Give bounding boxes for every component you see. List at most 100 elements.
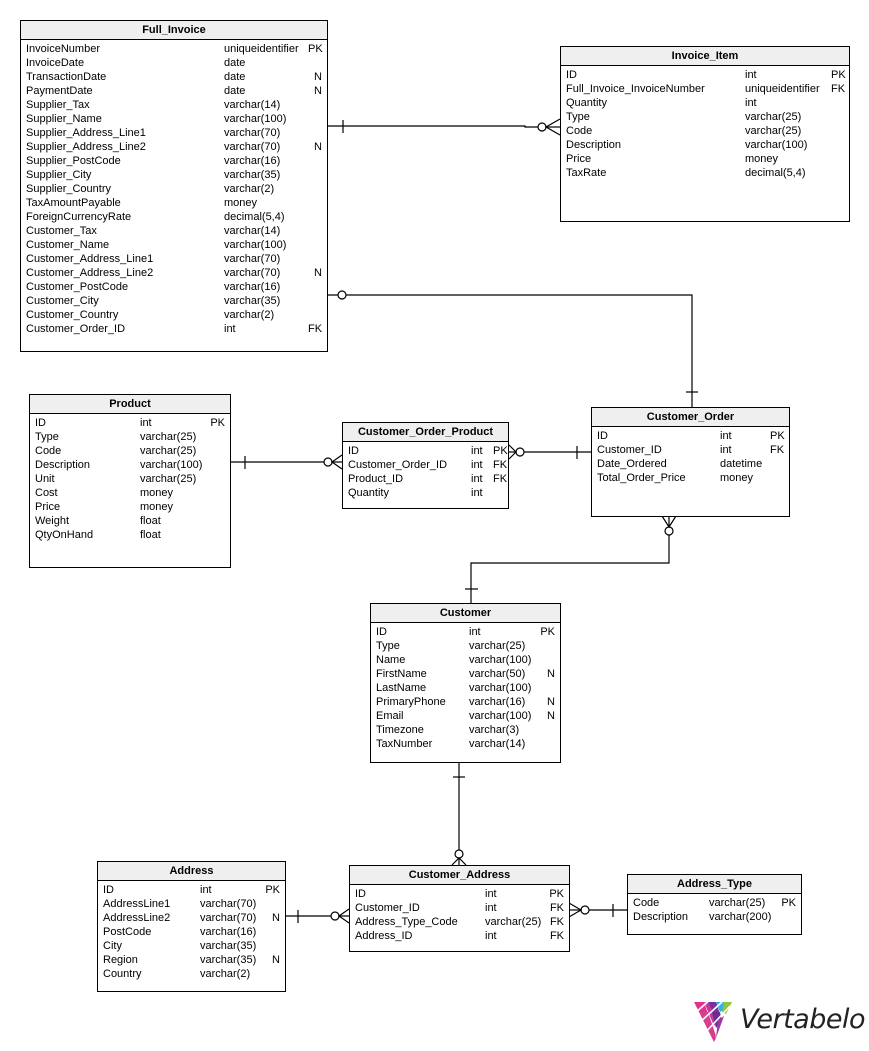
column-row[interactable]: Customer_PostCode varchar(16)	[26, 280, 322, 294]
column-row[interactable]: FirstName varchar(50) N	[376, 667, 555, 681]
column-row[interactable]: Customer_Name varchar(100)	[26, 238, 322, 252]
column-row[interactable]: ID int PK	[103, 883, 280, 897]
column-row[interactable]: Code varchar(25)	[566, 124, 844, 138]
column-row[interactable]: Region varchar(35) N	[103, 953, 280, 967]
column-row[interactable]: Supplier_PostCode varchar(16)	[26, 154, 322, 168]
rel-product-cop	[230, 454, 343, 470]
column-row[interactable]: Type varchar(25)	[35, 430, 225, 444]
column-name: Quantity	[348, 487, 389, 499]
column-row[interactable]: Supplier_City varchar(35)	[26, 168, 322, 182]
column-row[interactable]: Cost money	[35, 486, 225, 500]
column-row[interactable]: PrimaryPhone varchar(16) N	[376, 695, 555, 709]
column-key: FK	[549, 916, 564, 928]
column-row[interactable]: Price money	[35, 500, 225, 514]
table-address-type[interactable]: Address_Type Code varchar(25) PK Description…	[627, 874, 802, 935]
column-name: Supplier_Tax	[26, 99, 90, 111]
column-row[interactable]: Price money	[566, 152, 844, 166]
column-row[interactable]: PaymentDate date N	[26, 84, 322, 98]
column-row[interactable]: Customer_Address_Line2 varchar(70) N	[26, 266, 322, 280]
column-row[interactable]: City varchar(35)	[103, 939, 280, 953]
column-row[interactable]: Quantity int	[348, 486, 503, 500]
column-row[interactable]: ID int PK	[348, 444, 508, 458]
column-row[interactable]: InvoiceNumber uniqueidentifier PK	[26, 42, 323, 56]
column-name: Description	[35, 459, 91, 471]
column-row[interactable]: Date_Ordered datetime	[597, 457, 784, 471]
column-row[interactable]: Supplier_Country varchar(2)	[26, 182, 322, 196]
column-row[interactable]: QtyOnHand float	[35, 528, 225, 542]
column-row[interactable]: Full_Invoice_InvoiceNumber uniqueidentifi…	[566, 82, 845, 96]
column-row[interactable]: TaxRate decimal(5,4)	[566, 166, 844, 180]
column-row[interactable]: PostCode varchar(16)	[103, 925, 280, 939]
column-key	[308, 168, 322, 182]
column-row[interactable]: Total_Order_Price money	[597, 471, 784, 485]
column-name: City	[103, 940, 122, 952]
column-row[interactable]: ID int PK	[35, 416, 225, 430]
column-type: int	[471, 445, 483, 457]
column-row[interactable]: Customer_Tax varchar(14)	[26, 224, 322, 238]
column-key	[308, 126, 322, 140]
column-key	[531, 639, 555, 653]
column-type: varchar(70)	[224, 253, 281, 265]
column-row[interactable]: AddressLine2 varchar(70) N	[103, 911, 280, 925]
column-row[interactable]: Product_ID int FK	[348, 472, 507, 486]
column-row[interactable]: Timezone varchar(3)	[376, 723, 555, 737]
column-row[interactable]: Customer_ID int FK	[597, 443, 784, 457]
table-address[interactable]: Address ID int PK AddressLine1 varchar(70) Add…	[97, 861, 286, 992]
column-row[interactable]: TransactionDate date N	[26, 70, 322, 84]
column-key	[200, 486, 225, 500]
column-row[interactable]: AddressLine1 varchar(70)	[103, 897, 280, 911]
table-full-invoice[interactable]: Full_Invoice InvoiceNumber uniqueidentifie…	[20, 20, 328, 352]
column-row[interactable]: Type varchar(25)	[376, 639, 555, 653]
column-row[interactable]: Address_ID int FK	[355, 929, 564, 943]
table-customer-order[interactable]: Customer_Order ID int PK Customer_ID int FK Dat…	[591, 407, 790, 517]
column-row[interactable]: Customer_Country varchar(2)	[26, 308, 322, 322]
column-row[interactable]: Address_Type_Code varchar(25) FK	[355, 915, 564, 929]
rel-full-invoice-invoice-item	[328, 118, 561, 136]
column-row[interactable]: Quantity int	[566, 96, 844, 110]
column-name: ID	[355, 888, 366, 900]
column-row[interactable]: ID int PK	[597, 429, 785, 443]
column-row[interactable]: Unit varchar(25)	[35, 472, 225, 486]
table-invoice-item[interactable]: Invoice_Item ID int PK Full_Invoice_InvoiceN…	[560, 46, 850, 222]
column-row[interactable]: Supplier_Address_Line1 varchar(70)	[26, 126, 322, 140]
column-row[interactable]: Customer_Address_Line1 varchar(70)	[26, 252, 322, 266]
column-key	[831, 96, 844, 110]
column-row[interactable]: Customer_City varchar(35)	[26, 294, 322, 308]
column-row[interactable]: ID int PK	[376, 625, 555, 639]
column-row[interactable]: Code varchar(25)	[35, 444, 225, 458]
column-row[interactable]: Weight float	[35, 514, 225, 528]
column-row[interactable]: Email varchar(100) N	[376, 709, 555, 723]
column-row[interactable]: Description varchar(100)	[566, 138, 844, 152]
table-product[interactable]: Product ID int PK Type varchar(25) Code varchar…	[29, 394, 231, 568]
column-row[interactable]: Supplier_Address_Line2 varchar(70) N	[26, 140, 322, 154]
column-row[interactable]: Country varchar(2)	[103, 967, 280, 981]
column-row[interactable]: Description varchar(100)	[35, 458, 225, 472]
column-row[interactable]: Description varchar(200)	[633, 910, 796, 924]
column-row[interactable]: Type varchar(25)	[566, 110, 844, 124]
column-key	[200, 528, 225, 542]
column-row[interactable]: Customer_ID int FK	[355, 901, 564, 915]
column-row[interactable]: Code varchar(25) PK	[633, 896, 796, 910]
column-name: Full_Invoice_InvoiceNumber	[566, 83, 705, 95]
column-row[interactable]: TaxNumber varchar(14)	[376, 737, 555, 751]
table-customer[interactable]: Customer ID int PK Type varchar(25) Name varcha…	[370, 603, 561, 763]
table-customer-address[interactable]: Customer_Address ID int PK Customer_ID int FK A…	[349, 865, 570, 952]
column-row[interactable]: LastName varchar(100)	[376, 681, 555, 695]
column-row[interactable]: Customer_Order_ID int FK	[26, 322, 322, 336]
column-key	[200, 500, 225, 514]
table-customer-order-product[interactable]: Customer_Order_Product ID int PK Customer_Or…	[342, 422, 509, 509]
column-name: Description	[633, 911, 689, 923]
column-row[interactable]: Supplier_Tax varchar(14)	[26, 98, 322, 112]
column-name: Type	[35, 431, 59, 443]
column-name: Type	[566, 111, 590, 123]
column-row[interactable]: Customer_Order_ID int FK	[348, 458, 507, 472]
column-row[interactable]: ID int PK	[355, 887, 564, 901]
column-name: PostCode	[103, 926, 152, 938]
column-row[interactable]: TaxAmountPayable money	[26, 196, 322, 210]
column-row[interactable]: ForeignCurrencyRate decimal(5,4)	[26, 210, 322, 224]
column-row[interactable]: InvoiceDate date	[26, 56, 322, 70]
column-row[interactable]: ID int PK	[566, 68, 846, 82]
column-row[interactable]: Name varchar(100)	[376, 653, 555, 667]
column-key	[200, 472, 225, 486]
column-row[interactable]: Supplier_Name varchar(100)	[26, 112, 322, 126]
